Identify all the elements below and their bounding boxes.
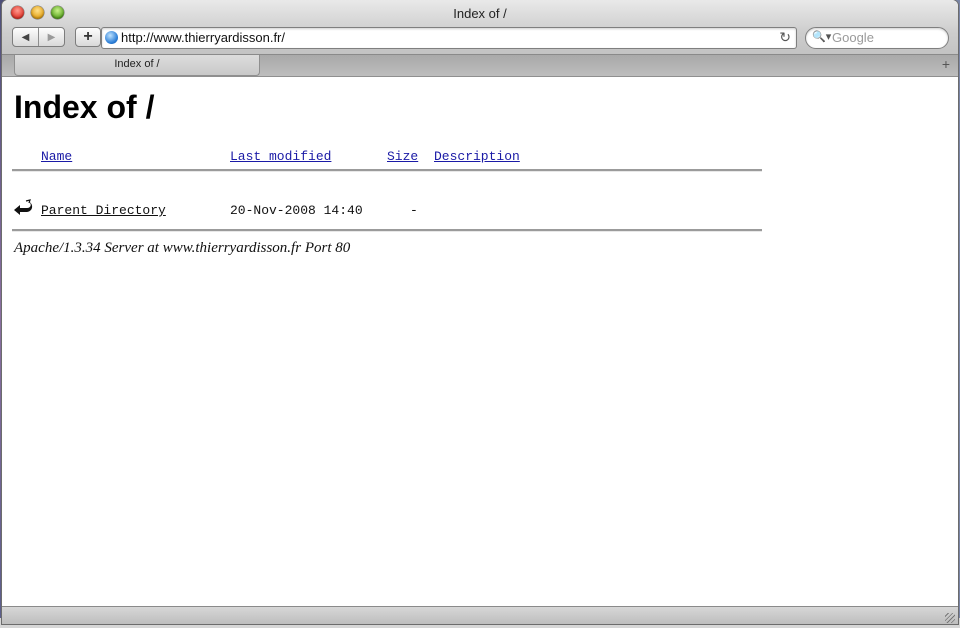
globe-icon [105,31,118,44]
column-header-description[interactable]: Description [434,149,520,164]
address-bar[interactable]: http://www.thierryardisson.fr/ ↻ [101,27,797,49]
size-value: - [410,203,418,218]
page-title: Index of / [14,89,155,125]
footer-divider [12,229,762,232]
forward-button[interactable]: ▶ [38,28,64,46]
title-bar: Index of / ◀ ▶ + http://www.thierryardis… [2,0,958,55]
table-row: Parent Directory 20-Nov-2008 14:40 - [12,199,762,225]
search-icon[interactable]: 🔍▾ [812,30,831,43]
column-header-last-modified[interactable]: Last modified [230,149,331,164]
tab-bar: Index of / + [2,55,958,77]
resize-grip-icon[interactable] [945,613,955,623]
header-divider [12,169,762,172]
column-header-size[interactable]: Size [387,149,418,164]
page-content: Index of / Name Last modified Size Descr… [2,77,958,607]
back-button[interactable]: ◀ [13,28,38,46]
window-title: Index of / [453,6,507,21]
add-bookmark-button[interactable]: + [75,27,101,47]
column-header-name[interactable]: Name [41,149,72,164]
url-text[interactable]: http://www.thierryardisson.fr/ [121,30,285,45]
new-tab-button[interactable]: + [942,56,950,72]
browser-window: Index of / ◀ ▶ + http://www.thierryardis… [2,0,958,624]
reload-icon[interactable]: ↻ [779,29,791,46]
navigation-buttons: ◀ ▶ [12,27,65,47]
search-field[interactable]: 🔍▾ [805,27,949,49]
tab-index[interactable]: Index of / [14,55,260,76]
search-input[interactable] [832,30,942,45]
last-modified-value: 20-Nov-2008 14:40 [230,203,363,218]
parent-directory-link[interactable]: Parent Directory [41,203,166,218]
back-arrow-icon [14,199,33,215]
status-bar [2,606,958,624]
server-signature: Apache/1.3.34 Server at www.thierryardis… [14,240,351,256]
